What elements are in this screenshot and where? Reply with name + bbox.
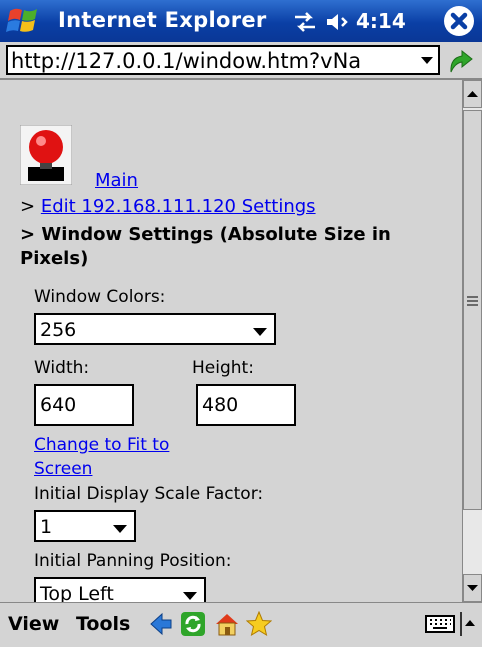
page-content: Main > Edit 192.168.111.120 Settings > W… [0,80,462,602]
vertical-scrollbar[interactable] [462,80,482,602]
width-value: 640 [40,394,77,416]
view-menu[interactable]: View [8,613,59,635]
window-colors-value: 256 [40,319,77,341]
height-value: 480 [202,394,239,416]
scrollbar-thumb[interactable] [463,110,482,510]
breadcrumb-edit-link[interactable]: Edit 192.168.111.120 Settings [41,196,316,217]
bottom-toolbar: View Tools [0,602,482,647]
address-input[interactable]: http://127.0.0.1/window.htm?vNa [6,45,440,75]
scale-factor-select[interactable]: 1 [34,510,136,542]
fit-link-line1[interactable]: Change to Fit to [34,435,169,455]
panning-position-label: Initial Panning Position: [34,551,232,571]
close-icon [445,7,473,35]
grip-icon [467,296,478,306]
height-label: Height: [192,358,254,378]
breadcrumb-edit: > Edit 192.168.111.120 Settings [20,196,316,217]
panning-position-value: Top Left [40,583,114,602]
home-icon[interactable] [214,611,240,637]
scroll-up-button[interactable] [463,80,482,108]
back-icon[interactable] [148,611,174,637]
chevron-down-icon [421,57,433,64]
address-url: http://127.0.0.1/window.htm?vNa [11,49,362,73]
connectivity-icon[interactable] [292,11,318,33]
chevron-down-icon [253,328,267,336]
address-dropdown-button[interactable] [416,47,438,73]
height-input[interactable]: 480 [196,384,296,426]
volume-icon[interactable] [325,11,351,33]
chevron-down-icon [183,592,197,600]
close-button[interactable] [444,6,474,36]
go-icon[interactable] [446,46,476,74]
width-label: Width: [34,358,90,378]
fit-to-screen-link[interactable]: Change to Fit to Screen [34,433,169,481]
scale-factor-label: Initial Display Scale Factor: [34,484,264,504]
title-bar: Internet Explorer 4:14 [0,0,482,42]
panning-position-select[interactable]: Top Left [34,577,206,602]
keyboard-icon[interactable] [424,611,456,637]
breadcrumb-separator: > [20,196,36,217]
scale-factor-value: 1 [40,516,53,538]
clock[interactable]: 4:14 [356,9,406,33]
window-colors-select[interactable]: 256 [34,313,276,345]
windows-logo-icon[interactable] [6,5,40,37]
window-colors-label: Window Colors: [34,287,166,307]
input-panel-arrow-icon[interactable] [460,611,478,637]
address-bar: http://127.0.0.1/window.htm?vNa [0,42,482,80]
chevron-down-icon [113,525,127,533]
page-title: > Window Settings (Absolute Size in Pixe… [20,224,391,269]
favorites-icon[interactable] [246,611,272,637]
window-title: Internet Explorer [58,8,267,32]
app-logo-icon [20,125,72,185]
scroll-down-button[interactable] [463,574,482,602]
breadcrumb-main-link[interactable]: Main [95,170,138,191]
arrow-down-icon [467,585,478,591]
fit-link-line2[interactable]: Screen [34,459,92,479]
tools-menu[interactable]: Tools [76,613,130,635]
width-input[interactable]: 640 [34,384,134,426]
arrow-up-icon [467,91,478,97]
refresh-icon[interactable] [180,611,206,637]
